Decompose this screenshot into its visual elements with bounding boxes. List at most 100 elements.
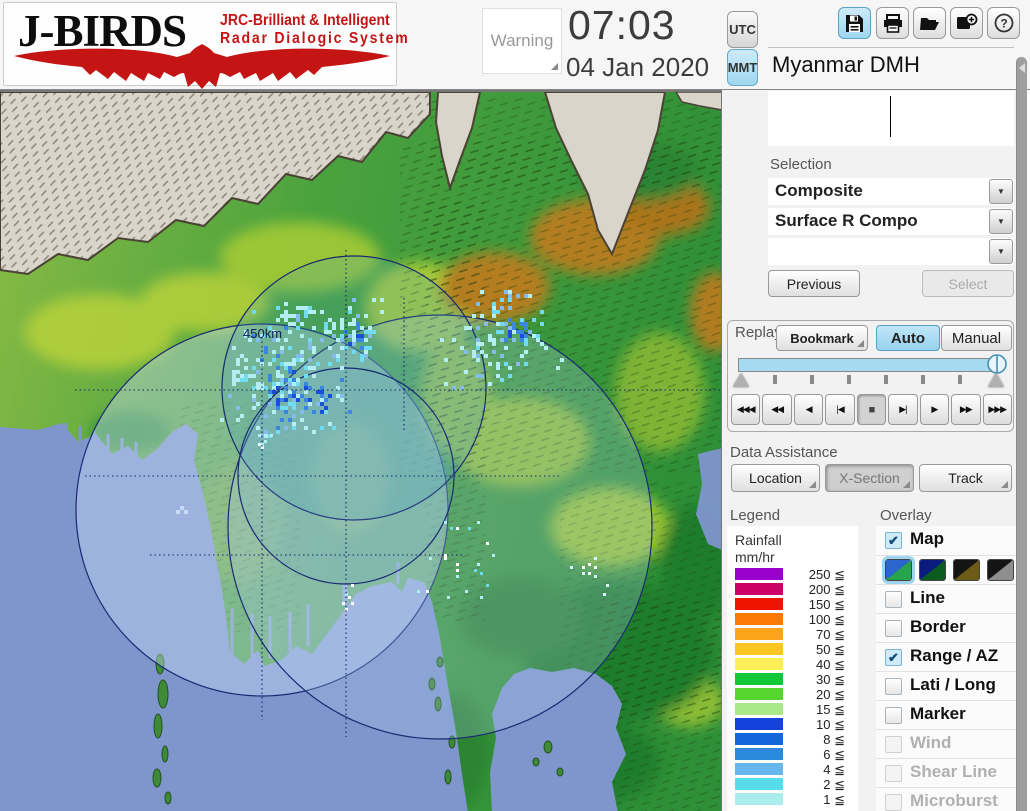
warning-button[interactable]: Warning: [482, 8, 562, 74]
da-x-section-button[interactable]: X-Section: [825, 464, 914, 492]
legend-value-label: 6 ≦: [823, 747, 845, 762]
product-select[interactable]: Surface R Compo ▼: [768, 208, 1014, 235]
skip-end-button[interactable]: ▶|: [888, 394, 918, 425]
legend-row: 2 ≦: [727, 777, 858, 792]
legend-row: 8 ≦: [727, 732, 858, 747]
slider-tick: [958, 375, 962, 384]
slider-tick: [773, 375, 777, 384]
skip-start-button[interactable]: |◀: [825, 394, 855, 425]
auto-button[interactable]: Auto: [876, 325, 940, 351]
checkbox-unchecked-icon: [885, 794, 902, 811]
legend-row: 30 ≦: [727, 672, 858, 687]
legend-color-swatch: [735, 568, 783, 580]
overlay-row-shear-line: Shear Line: [876, 758, 1016, 787]
overlay-row-lati-long: Lati / Long: [876, 671, 1016, 700]
da-location-button[interactable]: Location: [731, 464, 820, 492]
map-canvas[interactable]: 450km: [0, 92, 722, 811]
image-add-icon: [956, 13, 977, 29]
legend-unit-line1: Rainfall: [735, 532, 782, 548]
overlay-row-line: Line: [876, 584, 1016, 613]
radar-map[interactable]: 450km: [0, 90, 722, 811]
checkbox-unchecked-icon[interactable]: [885, 678, 902, 695]
checkbox-unchecked-icon[interactable]: [885, 620, 902, 637]
map-style-swatch-4[interactable]: [987, 559, 1014, 581]
panel-collapse-strip[interactable]: [1016, 57, 1027, 811]
station-input[interactable]: [768, 91, 1014, 146]
chevron-down-icon[interactable]: ▼: [989, 209, 1013, 234]
overlay-row-microburst: Microburst: [876, 787, 1016, 811]
legend-color-swatch: [735, 598, 783, 610]
capture-button[interactable]: [950, 7, 983, 39]
slider-tick: [884, 375, 888, 384]
text-cursor: [890, 96, 891, 137]
print-button[interactable]: [876, 7, 909, 39]
overlay-item-label: Line: [910, 588, 945, 607]
checkbox-unchecked-icon: [885, 765, 902, 782]
overlay-row-marker: Marker: [876, 700, 1016, 729]
da-button-label: Track: [948, 470, 983, 486]
legend-row: 150 ≦: [727, 597, 858, 612]
map-style-swatch-2[interactable]: [919, 559, 946, 581]
rewind-fastest-button[interactable]: ◀◀◀: [731, 394, 761, 425]
checkbox-checked-icon[interactable]: ✔: [885, 532, 902, 549]
legend-color-swatch: [735, 613, 783, 625]
stop-button[interactable]: ■: [856, 394, 887, 425]
legend-color-swatch: [735, 703, 783, 715]
map-style-swatch-3[interactable]: [953, 559, 980, 581]
corner-fold-icon: [903, 481, 910, 488]
legend-value-label: 10 ≦: [816, 717, 845, 732]
legend-row: 250 ≦: [727, 567, 858, 582]
map-style-swatch-1[interactable]: [882, 556, 915, 584]
checkbox-unchecked-icon[interactable]: [885, 591, 902, 608]
forward-button[interactable]: ▶▶: [951, 394, 981, 425]
select-button[interactable]: Select: [922, 270, 1014, 297]
overlay-row-range-az: ✔ Range / AZ: [876, 642, 1016, 671]
checkbox-unchecked-icon: [885, 736, 902, 753]
app-logo: J-BIRDS JRC-Brilliant & Intelligent Rada…: [3, 2, 408, 89]
logo-tagline-1: JRC-Brilliant & Intelligent: [220, 12, 390, 29]
legend-color-swatch: [735, 628, 783, 640]
legend-color-swatch: [735, 778, 783, 790]
overlay-label: Overlay: [880, 507, 932, 524]
replay-slider[interactable]: [738, 358, 1002, 372]
legend-row: 100 ≦: [727, 612, 858, 627]
timezone-mmt-button[interactable]: MMT: [727, 49, 758, 86]
legend-row: 4 ≦: [727, 762, 858, 777]
panel-divider: [768, 47, 1014, 48]
corner-fold-icon: [551, 63, 558, 70]
manual-button[interactable]: Manual: [941, 325, 1012, 351]
overlay-item-label: Wind: [910, 733, 952, 752]
folder-open-icon: [920, 18, 939, 30]
checkbox-checked-icon[interactable]: ✔: [885, 649, 902, 666]
bookmark-button[interactable]: Bookmark: [776, 325, 868, 351]
chevron-down-icon[interactable]: ▼: [989, 239, 1013, 264]
floppy-icon: [846, 14, 863, 32]
slider-tick: [847, 375, 851, 384]
legend-color-swatch: [735, 658, 783, 670]
open-button[interactable]: [913, 7, 946, 39]
da-track-button[interactable]: Track: [919, 464, 1012, 492]
checkbox-unchecked-icon[interactable]: [885, 707, 902, 724]
slider-end-marker[interactable]: [988, 373, 1004, 387]
legend-value-label: 8 ≦: [823, 732, 845, 747]
slider-start-marker[interactable]: [733, 373, 749, 387]
overlay-panel: ✔ Map Line Border ✔ Range / AZ Lati / Long Mark…: [876, 526, 1016, 811]
play-button[interactable]: ▶: [919, 394, 950, 425]
previous-button[interactable]: Previous: [768, 270, 860, 297]
product-option-select[interactable]: ▼: [768, 238, 1014, 265]
overlay-item-label: Range / AZ: [910, 646, 999, 665]
help-button[interactable]: ?: [987, 7, 1020, 39]
legend-value-label: 200 ≦: [808, 582, 845, 597]
step-back-button[interactable]: ◀: [793, 394, 824, 425]
forward-fastest-button[interactable]: ▶▶▶: [982, 394, 1012, 425]
timezone-utc-button[interactable]: UTC: [727, 11, 758, 48]
overlay-item-label: Microburst: [910, 791, 998, 810]
save-button[interactable]: [838, 7, 871, 39]
legend-color-swatch: [735, 733, 783, 745]
product-category-select[interactable]: Composite ▼: [768, 178, 1014, 205]
chevron-down-icon[interactable]: ▼: [989, 179, 1013, 204]
legend-row: 50 ≦: [727, 642, 858, 657]
rewind-button[interactable]: ◀◀: [762, 394, 792, 425]
legend-color-swatch: [735, 688, 783, 700]
legend-value-label: 20 ≦: [816, 687, 845, 702]
